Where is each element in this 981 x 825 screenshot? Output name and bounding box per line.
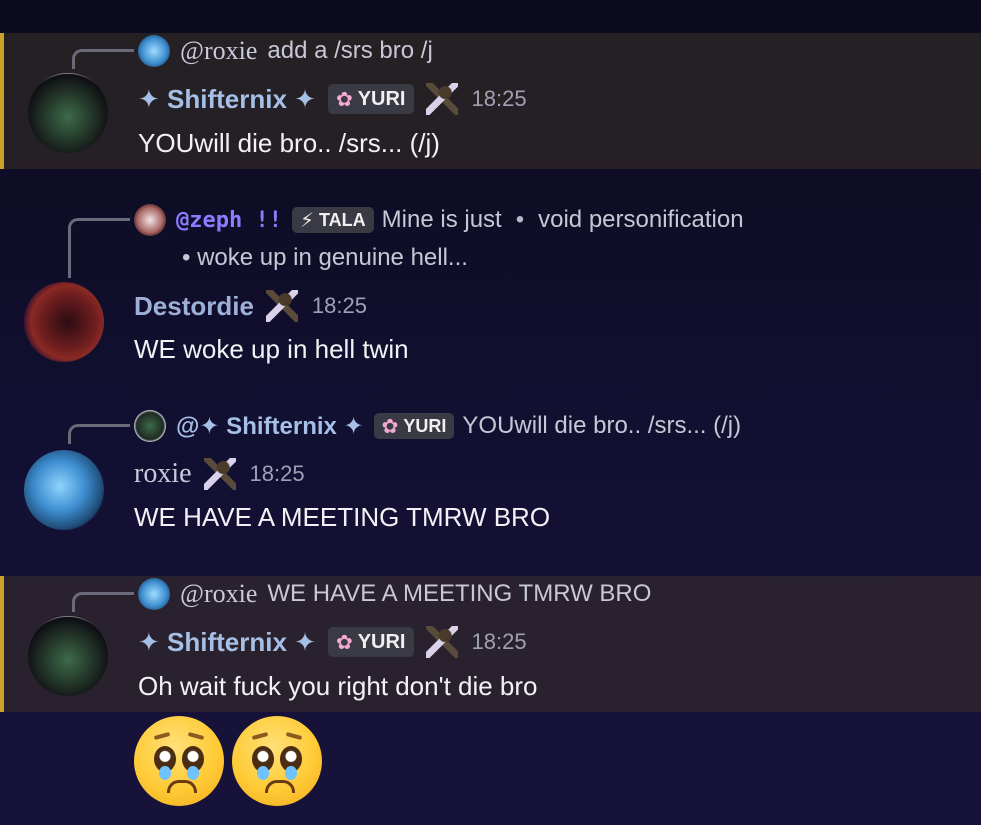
reply-bullet-text: void personification: [538, 206, 744, 233]
message-text: YOUwill die bro.. /srs... (/j): [138, 128, 440, 158]
message-3[interactable]: @✦ Shifternix ✦ ✿ YURI YOUwill die bro.. …: [0, 406, 981, 546]
reply-avatar: [134, 410, 166, 442]
message-header: ✦ Shifternix ✦ ✿ YURI 18:25: [138, 83, 527, 115]
flower-icon: ✿: [381, 415, 399, 438]
reply-connector: [72, 592, 134, 612]
bullet: •: [515, 206, 525, 233]
role-badge-icon[interactable]: [425, 83, 458, 115]
author-name[interactable]: Destordie: [134, 291, 254, 322]
message-text: Oh wait fuck you right don't die bro: [138, 671, 538, 701]
reply-text: WE HAVE A MEETING TMRW BRO: [267, 580, 652, 607]
avatar[interactable]: [24, 282, 104, 362]
reply-avatar: [134, 204, 166, 236]
avatar[interactable]: [24, 450, 104, 530]
reply-connector: [68, 218, 130, 278]
reply-preview[interactable]: @zeph !! ⚡ TALA Mine is just • void perso…: [134, 204, 744, 236]
pleading-face-icon: [134, 716, 224, 806]
reply-text: add a /srs bro /j: [267, 37, 433, 64]
reply-text: Mine is just: [381, 206, 502, 233]
reply-handle[interactable]: @roxie: [180, 36, 257, 66]
reply-connector: [72, 49, 134, 69]
reply-preview[interactable]: @✦ Shifternix ✦ ✿ YURI YOUwill die bro.. …: [134, 410, 741, 442]
role-badge-icon[interactable]: [265, 290, 298, 322]
reply-text: YOUwill die bro.. /srs... (/j): [462, 412, 742, 439]
reply-handle[interactable]: @zeph !!: [176, 208, 282, 233]
flower-icon: ✿: [335, 631, 353, 654]
reply-handle[interactable]: @✦ Shifternix ✦: [176, 412, 364, 441]
message-4[interactable]: @roxie WE HAVE A MEETING TMRW BRO ✦ Shif…: [0, 576, 981, 712]
flower-icon: ✿: [335, 88, 353, 111]
avatar[interactable]: [28, 73, 108, 153]
timestamp: 18:25: [471, 629, 527, 654]
server-tag-label: TALA: [319, 209, 366, 230]
server-tag-label: YURI: [357, 630, 406, 653]
server-tag[interactable]: ⚡ TALA: [291, 207, 374, 233]
server-tag-label: YURI: [357, 87, 406, 110]
timestamp: 18:25: [471, 86, 527, 111]
message-2[interactable]: @zeph !! ⚡ TALA Mine is just • void perso…: [0, 200, 981, 380]
reply-connector: [68, 424, 130, 444]
pleading-face-icon: [232, 716, 322, 806]
reply-text-line2: • woke up in genuine hell...: [182, 244, 468, 271]
lightning-icon: ⚡: [299, 209, 315, 232]
message-1[interactable]: @roxie add a /srs bro /j ✦ Shifternix ✦ …: [0, 33, 981, 169]
author-name[interactable]: ✦ Shifternix ✦: [138, 627, 316, 658]
role-badge-icon[interactable]: [425, 626, 458, 658]
message-header: roxie 18:25: [134, 458, 305, 490]
author-name[interactable]: ✦ Shifternix ✦: [138, 84, 316, 115]
server-tag[interactable]: ✿ YURI: [373, 413, 455, 439]
avatar[interactable]: [28, 616, 108, 696]
reply-avatar: [138, 35, 170, 67]
message-text: WE HAVE A MEETING TMRW BRO: [134, 502, 551, 532]
timestamp: 18:25: [249, 461, 305, 486]
message-text: WE woke up in hell twin: [134, 334, 409, 364]
message-header: ✦ Shifternix ✦ ✿ YURI 18:25: [138, 626, 527, 658]
role-badge-icon[interactable]: [203, 458, 236, 490]
reply-preview[interactable]: @roxie add a /srs bro /j: [138, 35, 433, 67]
server-tag-label: YURI: [403, 415, 447, 436]
author-name[interactable]: roxie: [134, 458, 192, 490]
reply-preview[interactable]: @roxie WE HAVE A MEETING TMRW BRO: [138, 578, 651, 610]
server-tag[interactable]: ✿ YURI: [327, 627, 414, 657]
reply-avatar: [138, 578, 170, 610]
timestamp: 18:25: [311, 293, 367, 318]
emoji-message: [134, 716, 330, 806]
reply-handle[interactable]: @roxie: [180, 579, 257, 609]
server-tag[interactable]: ✿ YURI: [327, 84, 414, 114]
message-header: Destordie 18:25: [134, 290, 367, 322]
